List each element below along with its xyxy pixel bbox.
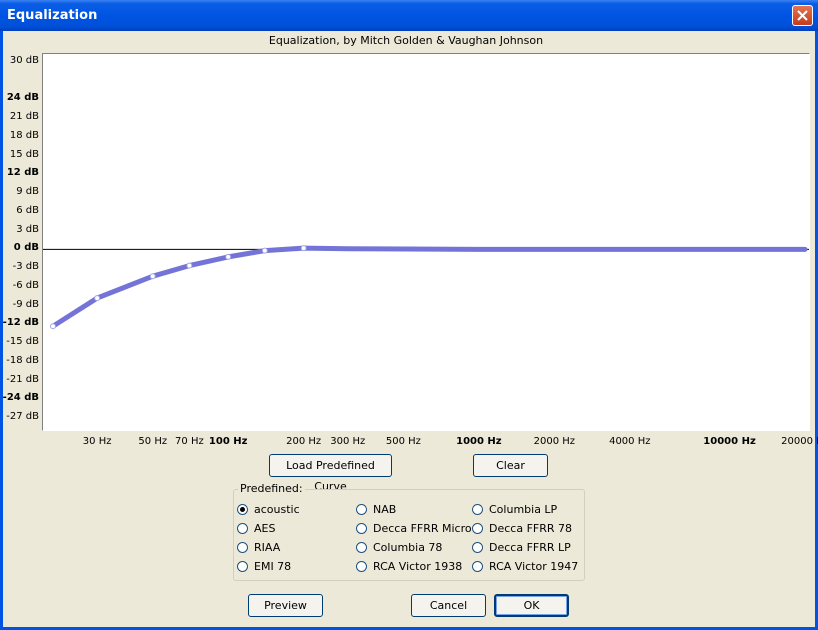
curve-control-point[interactable] xyxy=(186,262,193,269)
radio-label: RCA Victor 1947 xyxy=(489,560,579,573)
clear-button[interactable]: Clear xyxy=(473,454,548,477)
eq-curve[interactable] xyxy=(50,245,808,329)
x-tick-label: 10000 Hz xyxy=(703,436,756,447)
radio-decca-ffrr-78[interactable]: Decca FFRR 78 xyxy=(472,522,572,535)
radio-columbia-78[interactable]: Columbia 78 xyxy=(356,541,442,554)
y-tick-label: -15 dB xyxy=(6,336,39,348)
radio-nab[interactable]: NAB xyxy=(356,503,396,516)
radio-decca-ffrr-lp[interactable]: Decca FFRR LP xyxy=(472,541,571,554)
y-tick-label: -6 dB xyxy=(12,279,39,291)
graph-title: Equalization, by Mitch Golden & Vaughan … xyxy=(268,34,544,47)
window-title: Equalization xyxy=(7,8,98,23)
x-tick-label: 100 Hz xyxy=(208,436,248,447)
x-tick-label: 300 Hz xyxy=(330,436,366,447)
curve-control-point[interactable] xyxy=(149,273,156,280)
y-tick-label: -12 dB xyxy=(2,317,39,329)
y-tick-label: -24 dB xyxy=(2,392,39,404)
x-tick-label: 200 Hz xyxy=(286,436,322,447)
y-tick-label: 24 dB xyxy=(6,92,39,104)
radio-button-icon[interactable] xyxy=(356,561,367,572)
curve-control-point[interactable] xyxy=(225,253,232,260)
eq-graph[interactable] xyxy=(42,53,810,431)
x-tick-label: 20000 Hz xyxy=(781,436,818,447)
y-tick-label: 3 dB xyxy=(16,223,39,235)
curve-control-point[interactable] xyxy=(300,245,307,252)
x-tick-label: 30 Hz xyxy=(82,436,112,447)
radio-label: NAB xyxy=(373,503,397,516)
x-tick-label: 500 Hz xyxy=(385,436,421,447)
radio-label: RIAA xyxy=(254,541,281,554)
radio-riaa[interactable]: RIAA xyxy=(237,541,280,554)
curve-control-point[interactable] xyxy=(94,295,101,302)
x-tick-label: 2000 Hz xyxy=(533,436,576,447)
radio-label: RCA Victor 1938 xyxy=(373,560,463,573)
radio-decca-ffrr-micro[interactable]: Decca FFRR Micro xyxy=(356,522,472,535)
y-tick-label: -18 dB xyxy=(6,354,39,366)
radio-button-icon[interactable] xyxy=(472,504,483,515)
predefined-legend: Predefined: xyxy=(238,482,305,495)
y-tick-label: 6 dB xyxy=(16,204,39,216)
radio-label: Decca FFRR 78 xyxy=(489,522,573,535)
title-bar[interactable]: Equalization xyxy=(0,0,818,31)
close-icon xyxy=(797,10,808,21)
radio-label: AES xyxy=(254,522,276,535)
radio-button-icon[interactable] xyxy=(356,504,367,515)
radio-acoustic[interactable]: acoustic xyxy=(237,503,300,516)
radio-button-icon[interactable] xyxy=(472,523,483,534)
radio-button-icon[interactable] xyxy=(472,542,483,553)
radio-label: EMI 78 xyxy=(254,560,292,573)
x-tick-label: 1000 Hz xyxy=(456,436,502,447)
ok-button[interactable]: OK xyxy=(494,594,569,617)
close-button[interactable] xyxy=(792,5,813,26)
y-tick-label: 18 dB xyxy=(9,129,39,141)
radio-columbia-lp[interactable]: Columbia LP xyxy=(472,503,557,516)
radio-button-icon[interactable] xyxy=(356,542,367,553)
curve-control-point[interactable] xyxy=(261,247,268,254)
radio-label: acoustic xyxy=(254,503,300,516)
x-tick-label: 70 Hz xyxy=(175,436,204,447)
radio-button-icon[interactable] xyxy=(237,561,248,572)
y-tick-label: 15 dB xyxy=(9,148,39,160)
y-tick-label: 30 dB xyxy=(9,55,39,66)
eq-curve-canvas[interactable] xyxy=(43,54,809,430)
radio-label: Columbia 78 xyxy=(373,541,443,554)
y-tick-label: -21 dB xyxy=(6,373,39,385)
radio-button-icon[interactable] xyxy=(237,523,248,534)
radio-button-icon[interactable] xyxy=(356,523,367,534)
radio-button-icon[interactable] xyxy=(472,561,483,572)
y-tick-label: 21 dB xyxy=(9,111,39,123)
y-tick-label: 0 dB xyxy=(13,242,39,254)
y-tick-label: -3 dB xyxy=(12,261,39,273)
x-tick-label: 50 Hz xyxy=(138,436,168,447)
y-tick-label: 9 dB xyxy=(16,186,39,198)
radio-label: Decca FFRR LP xyxy=(489,541,571,554)
radio-rca-victor-1938[interactable]: RCA Victor 1938 xyxy=(356,560,462,573)
radio-button-icon[interactable] xyxy=(237,504,248,515)
curve-control-point[interactable] xyxy=(50,323,56,330)
radio-aes[interactable]: AES xyxy=(237,522,275,535)
y-tick-label: 12 dB xyxy=(6,167,39,179)
radio-button-icon[interactable] xyxy=(237,542,248,553)
cancel-button[interactable]: Cancel xyxy=(411,594,486,617)
radio-rca-victor-1947[interactable]: RCA Victor 1947 xyxy=(472,560,578,573)
radio-emi-78[interactable]: EMI 78 xyxy=(237,560,291,573)
preview-button[interactable]: Preview xyxy=(248,594,323,617)
radio-label: Columbia LP xyxy=(489,503,558,516)
radio-label: Decca FFRR Micro xyxy=(373,522,472,535)
load-predefined-curve-button[interactable]: Load Predefined Curve xyxy=(269,454,392,493)
y-tick-label: -27 dB xyxy=(6,411,39,422)
y-tick-label: -9 dB xyxy=(12,298,39,310)
x-tick-label: 4000 Hz xyxy=(609,436,651,447)
